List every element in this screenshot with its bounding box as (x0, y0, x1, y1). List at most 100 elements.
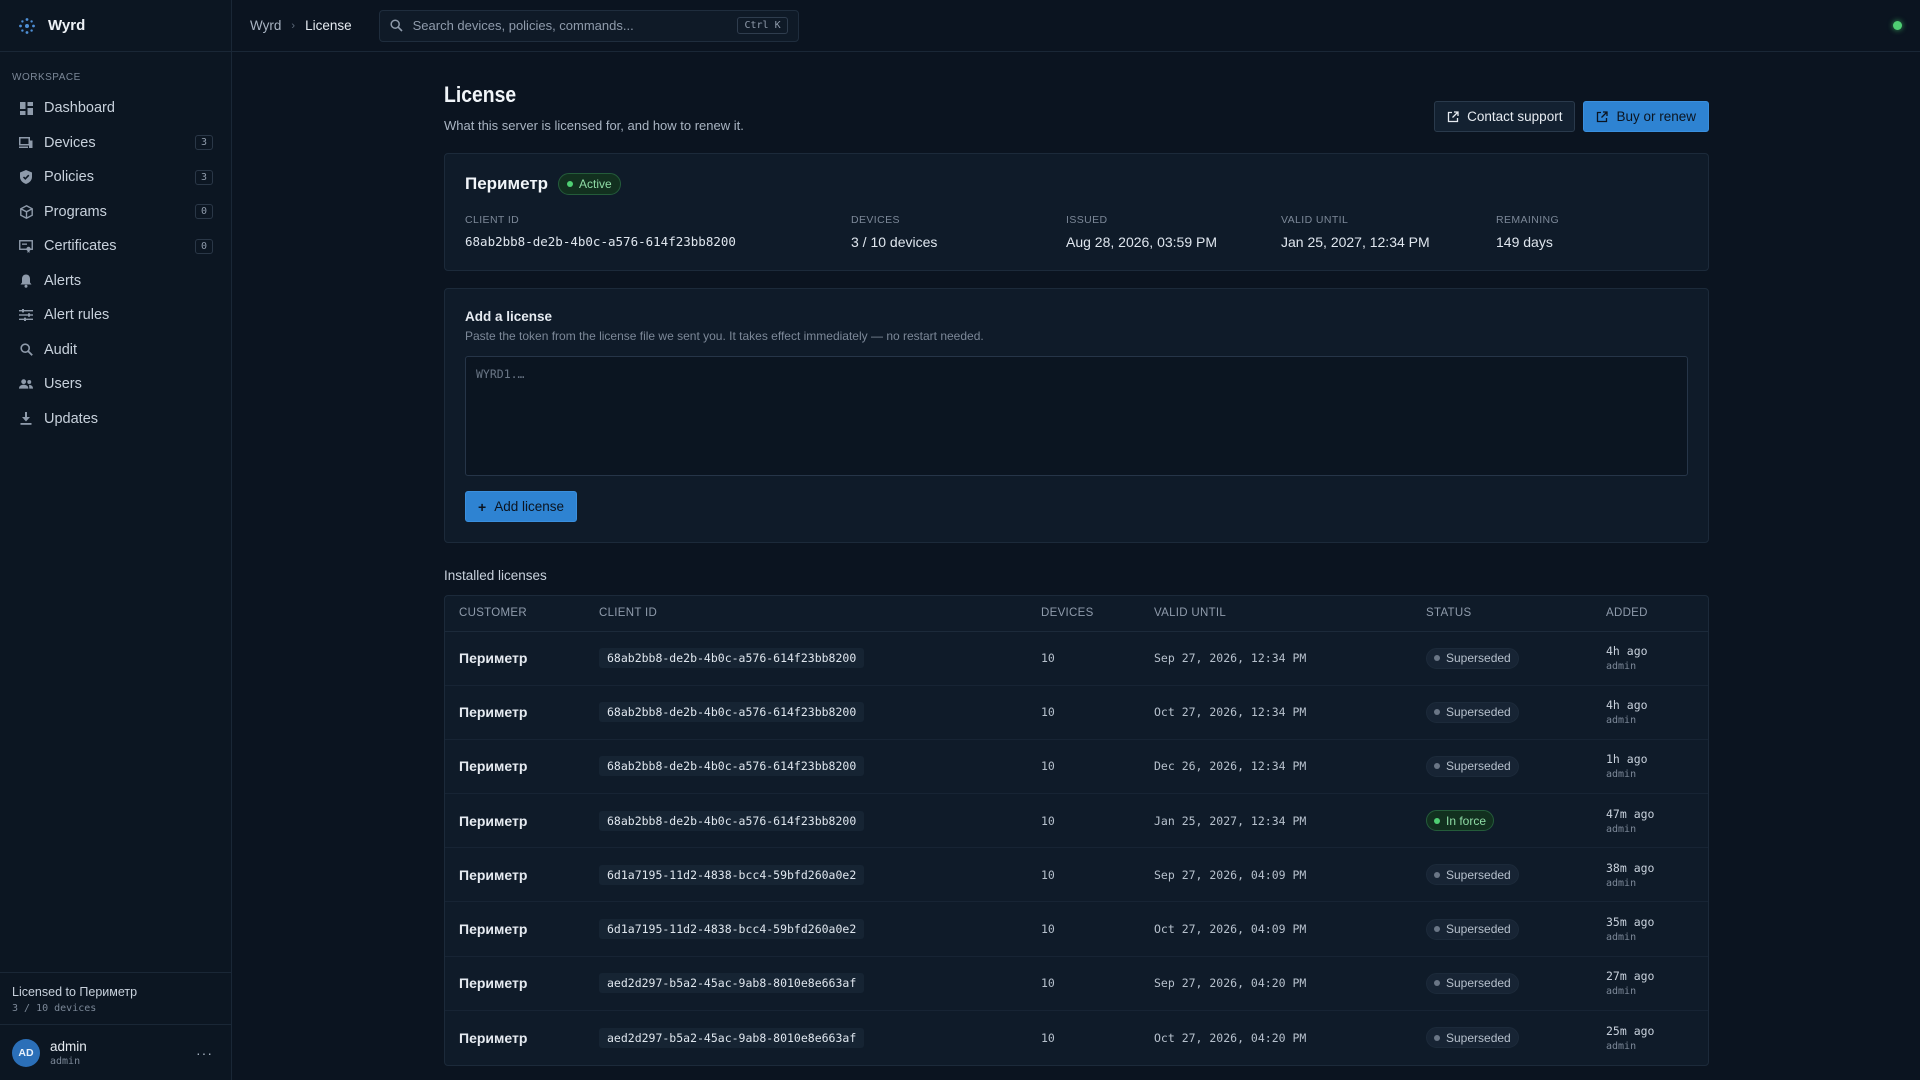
sidebar-item-label: Alerts (44, 272, 82, 289)
cell-valid-until: Oct 27, 2026, 12:34 PM (1140, 685, 1412, 740)
sidebar-item-policies[interactable]: Policies 3 (0, 160, 231, 195)
status-dot-icon (1434, 926, 1440, 933)
sidebar-item-alerts[interactable]: Alerts (0, 264, 231, 299)
download-icon (19, 412, 33, 426)
search-box[interactable]: Ctrl K (378, 9, 799, 42)
cell-customer: Периметр (459, 1029, 528, 1046)
status-badge: Superseded (1426, 1027, 1519, 1049)
client-id-chip: 6d1a7195-11d2-4838-bcc4-59bfd260a0e2 (599, 919, 865, 940)
table-row: Периметр 68ab2bb8-de2b-4b0c-a576-614f23b… (445, 685, 1708, 740)
cell-customer: Периметр (445, 793, 585, 849)
sidebar-item-dashboard[interactable]: Dashboard (0, 91, 231, 126)
cell-client-id: aed2d297-b5a2-45ac-9ab8-8010e8e663af (585, 956, 1027, 1011)
plus-icon: + (478, 498, 487, 515)
sidebar-item-audit[interactable]: Audit (0, 333, 231, 368)
count-badge: 3 (194, 169, 213, 185)
field-label: ISSUED (1066, 214, 1108, 226)
licenses-table: CUSTOMER CLIENT ID DEVICES VALID UNTIL S… (445, 596, 1708, 1065)
status-badge: In force (1426, 810, 1495, 832)
sidebar-item-updates[interactable]: Updates (0, 402, 231, 437)
cell-valid-until: Sep 27, 2026, 04:20 PM (1140, 956, 1412, 1011)
license-customer-name: Периметр (465, 174, 549, 193)
cell-added: 1h ago admin (1592, 739, 1708, 795)
topbar: Wyrd › License Ctrl K (232, 0, 1920, 52)
cell-customer: Периметр (445, 901, 585, 957)
sidebar-item-certificates[interactable]: Certificates 0 (0, 229, 231, 264)
buy-or-renew-button[interactable]: Buy or renew (1583, 101, 1709, 132)
sidebar-item-alert-rules[interactable]: Alert rules (0, 298, 231, 333)
cell-devices: 10 (1027, 685, 1140, 740)
cell-status: Superseded (1412, 631, 1592, 686)
license-token-input[interactable] (465, 356, 1688, 476)
column-header-devices: DEVICES (1027, 596, 1140, 632)
table-row: Периметр 68ab2bb8-de2b-4b0c-a576-614f23b… (445, 631, 1708, 686)
cell-added: 4h ago admin (1592, 685, 1708, 740)
table-header-row: CUSTOMER CLIENT ID DEVICES VALID UNTIL S… (445, 596, 1708, 632)
license-summary: Licensed to Периметр 3 / 10 devices (0, 972, 231, 1024)
column-header-client-id: CLIENT ID (585, 596, 1027, 632)
buy-or-renew-label: Buy or renew (1616, 109, 1696, 124)
sidebar-item-label: Certificates (44, 238, 117, 255)
header-actions: Contact support Buy or renew (1434, 101, 1709, 132)
sidebar-item-programs[interactable]: Programs 0 (0, 195, 231, 230)
sidebar-footer: Licensed to Периметр 3 / 10 devices AD a… (0, 972, 231, 1080)
user-menu-button[interactable]: ··· (190, 1045, 219, 1061)
sidebar-item-label: Devices (44, 134, 96, 151)
table-row: Периметр 6d1a7195-11d2-4838-bcc4-59bfd26… (445, 847, 1708, 903)
column-header-valid-until: VALID UNTIL (1140, 596, 1412, 632)
added-time: 4h ago (1606, 644, 1648, 659)
search-input[interactable] (412, 18, 738, 33)
contact-support-button[interactable]: Contact support (1434, 101, 1576, 132)
sidebar-item-devices[interactable]: Devices 3 (0, 126, 231, 161)
breadcrumb-item-wyrd[interactable]: Wyrd (250, 18, 281, 33)
cell-client-id: 68ab2bb8-de2b-4b0c-a576-614f23bb8200 (585, 793, 1027, 849)
cell-customer: Периметр (445, 685, 585, 740)
table-row: Периметр aed2d297-b5a2-45ac-9ab8-8010e8e… (445, 956, 1708, 1011)
license-device-usage: 3 / 10 devices (12, 1003, 97, 1014)
connection-status-indicator (1893, 21, 1902, 30)
added-time: 1h ago (1606, 752, 1648, 767)
added-time: 4h ago (1606, 698, 1648, 713)
sidebar-item-label: Dashboard (44, 100, 115, 117)
status-dot-icon (567, 181, 574, 187)
added-by: admin (1606, 661, 1637, 673)
client-id-chip: aed2d297-b5a2-45ac-9ab8-8010e8e663af (599, 1027, 865, 1048)
add-license-card: Add a license Paste the token from the l… (444, 288, 1709, 543)
cell-devices: 10 (1027, 631, 1140, 686)
sidebar-item-label: Audit (44, 341, 78, 358)
client-id-chip: 68ab2bb8-de2b-4b0c-a576-614f23bb8200 (599, 810, 865, 831)
sidebar-nav: Dashboard Devices 3 Policies 3 Programs … (0, 91, 231, 436)
cell-added: 35m ago admin (1592, 901, 1708, 957)
status-badge-label: Superseded (1446, 759, 1511, 774)
status-dot-icon (1434, 709, 1440, 716)
cell-customer: Периметр (445, 631, 585, 686)
shield-icon (19, 170, 33, 185)
sidebar-item-users[interactable]: Users (0, 367, 231, 402)
user-meta: admin admin (50, 1039, 190, 1067)
avatar: AD (12, 1038, 40, 1067)
added-by: admin (1606, 823, 1637, 835)
current-license-card: Периметр Active CLIENT ID 68ab2bb8-de2b-… (444, 153, 1709, 271)
status-dot-icon (1434, 655, 1440, 662)
cell-added: 27m ago admin (1592, 956, 1708, 1011)
sidebar-item-label: Users (44, 376, 82, 393)
dashboard-icon (19, 101, 33, 115)
status-dot-icon (1434, 871, 1440, 878)
field-label: DEVICES (851, 214, 900, 226)
added-by: admin (1606, 715, 1637, 727)
cell-added: 25m ago admin (1592, 1010, 1708, 1064)
status-badge-label: Superseded (1446, 976, 1511, 991)
cell-devices: 10 (1027, 901, 1140, 957)
added-by: admin (1606, 1040, 1637, 1052)
sidebar-item-label: Programs (44, 203, 107, 220)
user-profile[interactable]: AD admin admin ··· (0, 1024, 231, 1080)
status-badge-label: Superseded (1446, 922, 1511, 937)
added-by: admin (1606, 986, 1637, 998)
brand[interactable]: Wyrd (0, 0, 231, 52)
added-by: admin (1606, 877, 1637, 889)
field-value: 3 / 10 devices (851, 234, 938, 250)
status-dot-icon (1434, 817, 1440, 824)
bell-icon (19, 274, 33, 288)
table-row: Периметр 6d1a7195-11d2-4838-bcc4-59bfd26… (445, 901, 1708, 957)
add-license-button[interactable]: + Add license (465, 491, 577, 522)
